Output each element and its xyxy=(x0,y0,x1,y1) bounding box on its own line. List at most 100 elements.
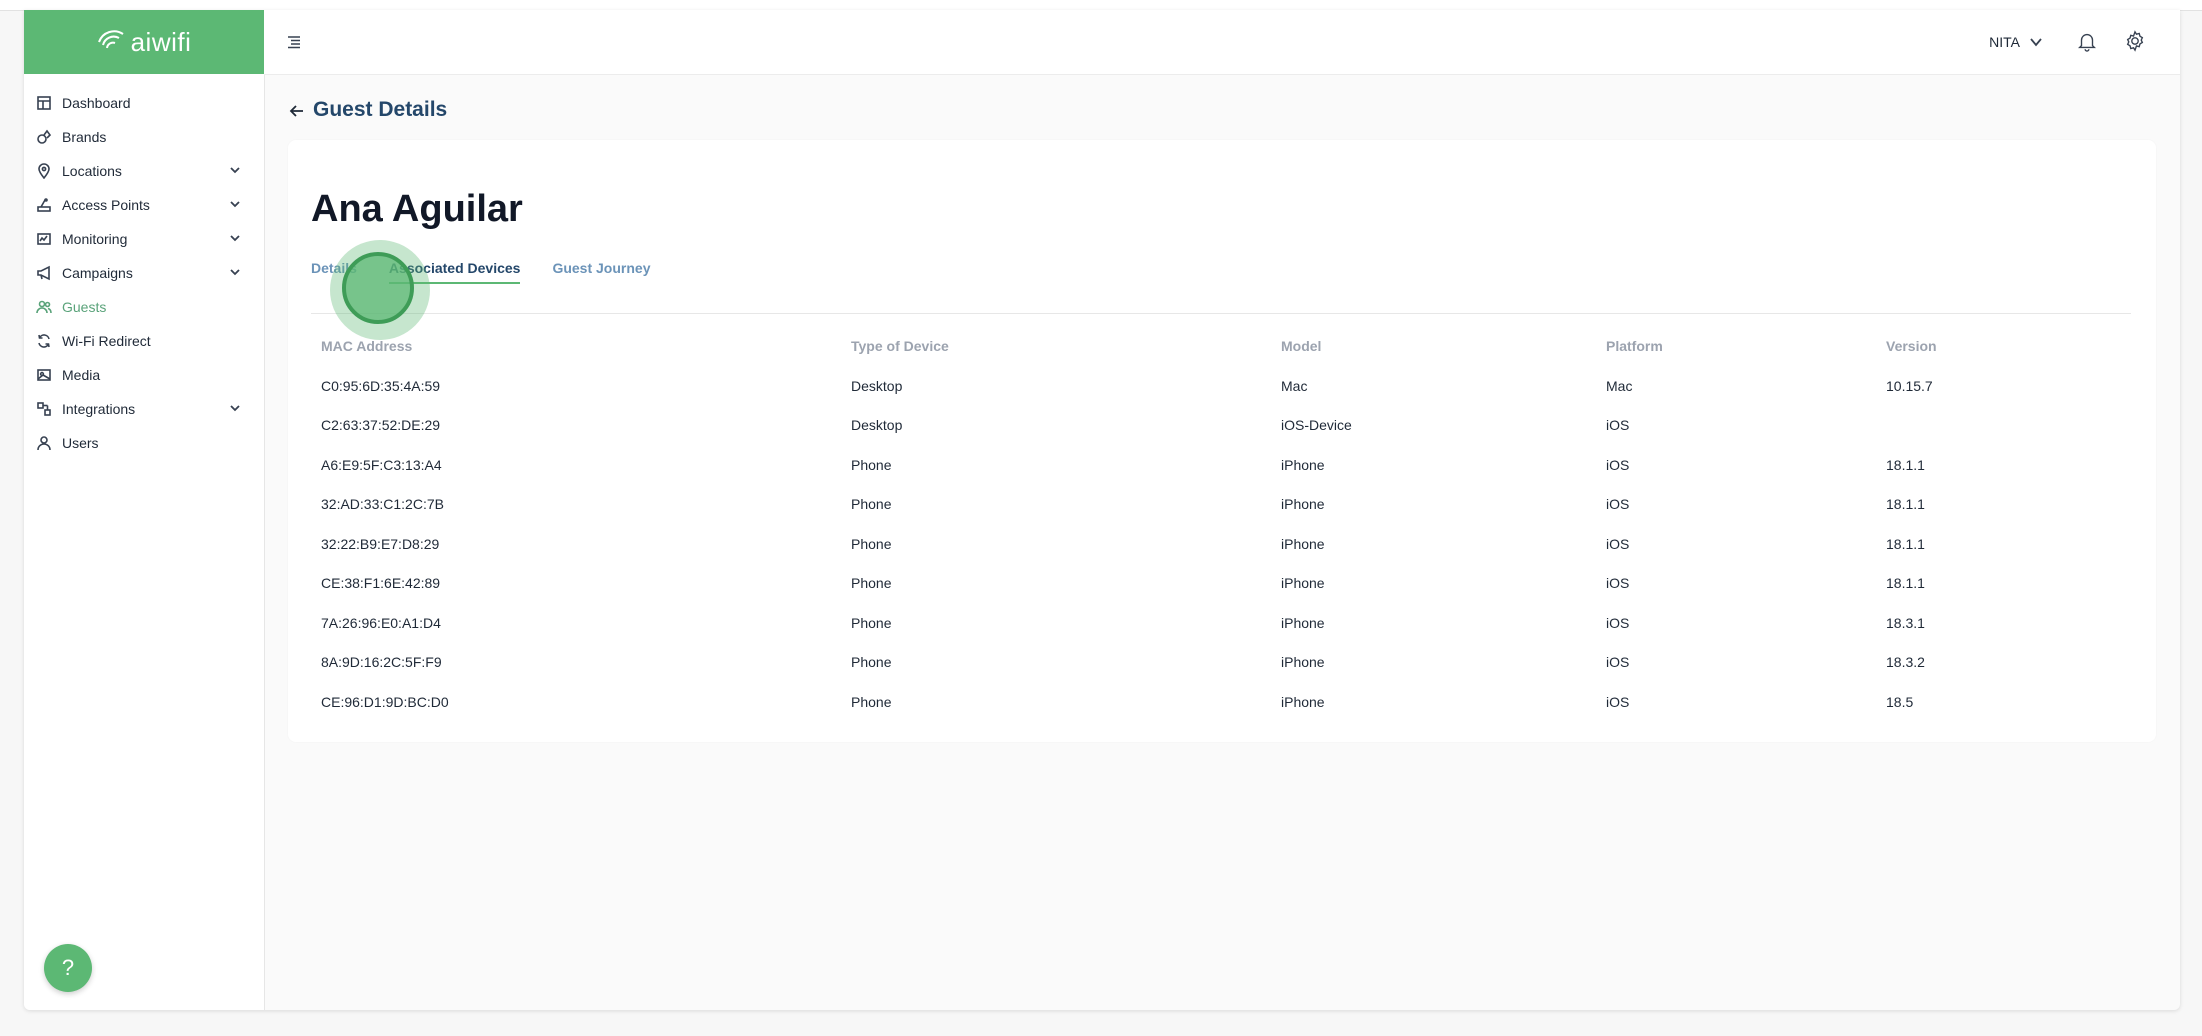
table-cell: Desktop xyxy=(851,377,903,394)
sidebar-item-label: Media xyxy=(62,367,101,383)
table-cell: Phone xyxy=(851,456,892,473)
table-cell: 32:22:B9:E7:D8:29 xyxy=(321,535,440,552)
table-cell: A6:E9:5F:C3:13:A4 xyxy=(321,456,442,473)
sidebar: aiwifi Dashboard Brands Locations Access Po… xyxy=(24,10,265,1010)
sidebar-item-label: Guests xyxy=(62,299,107,315)
table-cell: 18.1.1 xyxy=(1886,575,1925,592)
app-window: aiwifi Dashboard Brands Locations Access Po… xyxy=(24,10,2180,1010)
table-row: 7A:26:96:E0:A1:D4 Phone iPhone iOS 18.3.1 xyxy=(311,603,2131,643)
table-cell: CE:96:D1:9D:BC:D0 xyxy=(321,693,449,710)
chevron-down-icon[interactable] xyxy=(228,163,242,177)
wifi-logo-icon xyxy=(97,28,127,57)
sidebar-item-label: Users xyxy=(62,435,99,451)
table-cell: Desktop xyxy=(851,417,903,434)
table-cell: iPhone xyxy=(1281,693,1325,710)
column-header: Version xyxy=(1886,338,1937,354)
table-cell: Phone xyxy=(851,496,892,513)
table-cell: 10.15.7 xyxy=(1886,377,1933,394)
sidebar-item-brands[interactable]: Brands xyxy=(24,120,264,154)
chevron-down-icon[interactable] xyxy=(228,265,242,279)
table-cell: C2:63:37:52:DE:29 xyxy=(321,417,441,434)
sidebar-item-label: Campaigns xyxy=(62,265,133,281)
router-icon xyxy=(36,197,52,213)
sidebar-item-label: Wi-Fi Redirect xyxy=(62,333,151,349)
help-button[interactable]: ? xyxy=(44,944,92,992)
sidebar-item-wi-fi-redirect[interactable]: Wi-Fi Redirect xyxy=(24,324,264,358)
table-cell: 7A:26:96:E0:A1:D4 xyxy=(321,614,441,631)
table-row: 32:AD:33:C1:2C:7B Phone iPhone iOS 18.1.1 xyxy=(311,485,2131,525)
table-row: CE:96:D1:9D:BC:D0 Phone iPhone iOS 18.5 xyxy=(311,682,2131,722)
brands-icon xyxy=(36,129,52,145)
table-cell: iOS xyxy=(1606,575,1630,592)
bell-icon[interactable] xyxy=(2076,30,2098,52)
table-cell: 18.5 xyxy=(1886,693,1914,710)
sidebar-item-label: Integrations xyxy=(62,401,136,417)
table-cell: iOS xyxy=(1606,456,1630,473)
table-cell: Phone xyxy=(851,654,892,671)
table-cell: iOS xyxy=(1606,496,1630,513)
table-cell: iPhone xyxy=(1281,614,1325,631)
refresh-icon xyxy=(36,333,52,349)
guest-name: Ana Aguilar xyxy=(311,188,523,230)
sidebar-item-users[interactable]: Users xyxy=(24,426,264,460)
devices-table: MAC Address Type of Device Model Platform Ve… xyxy=(311,326,2131,722)
sidebar-item-access-points[interactable]: Access Points xyxy=(24,188,264,222)
chevron-down-icon[interactable] xyxy=(2028,34,2044,50)
sidebar-item-dashboard[interactable]: Dashboard xyxy=(24,86,264,120)
table-cell: Phone xyxy=(851,693,892,710)
table-cell: iPhone xyxy=(1281,575,1325,592)
user-menu-name[interactable]: NITA xyxy=(1989,34,2020,50)
table-cell: 18.1.1 xyxy=(1886,535,1925,552)
column-header: Type of Device xyxy=(851,338,949,354)
table-row: C0:95:6D:35:4A:59 Desktop Mac Mac 10.15.7 xyxy=(311,366,2131,406)
chevron-down-icon[interactable] xyxy=(228,231,242,245)
table-cell: 18.1.1 xyxy=(1886,496,1925,513)
table-cell: iPhone xyxy=(1281,535,1325,552)
table-cell: Mac xyxy=(1281,377,1308,394)
sidebar-item-label: Monitoring xyxy=(62,231,128,247)
tab-guest-journey[interactable]: Guest Journey xyxy=(552,260,650,284)
column-header: Platform xyxy=(1606,338,1663,354)
table-cell: CE:38:F1:6E:42:89 xyxy=(321,575,441,592)
gear-icon[interactable] xyxy=(2124,30,2146,52)
table-row: C2:63:37:52:DE:29 Desktop iOS-Device iOS xyxy=(311,406,2131,446)
sidebar-item-campaigns[interactable]: Campaigns xyxy=(24,256,264,290)
menu-toggle-icon[interactable] xyxy=(286,34,302,50)
table-cell: Phone xyxy=(851,535,892,552)
sidebar-item-label: Access Points xyxy=(62,197,150,213)
guest-card: Ana Aguilar Details Associated Devices Gue… xyxy=(288,140,2156,742)
sidebar-item-integrations[interactable]: Integrations xyxy=(24,392,264,426)
chevron-down-icon[interactable] xyxy=(228,401,242,415)
logo[interactable]: aiwifi xyxy=(24,10,264,74)
chevron-down-icon[interactable] xyxy=(228,197,242,211)
table-cell: iPhone xyxy=(1281,654,1325,671)
table-cell: iOS xyxy=(1606,535,1630,552)
table-row: A6:E9:5F:C3:13:A4 Phone iPhone iOS 18.1.1 xyxy=(311,445,2131,485)
sidebar-item-guests[interactable]: Guests xyxy=(24,290,264,324)
logo-text: aiwifi xyxy=(130,26,192,57)
table-cell: Phone xyxy=(851,614,892,631)
table-row: CE:38:F1:6E:42:89 Phone iPhone iOS 18.1.1 xyxy=(311,564,2131,604)
table-cell: C0:95:6D:35:4A:59 xyxy=(321,377,441,394)
monitoring-icon xyxy=(36,231,52,247)
column-header: Model xyxy=(1281,338,1322,354)
location-pin-icon xyxy=(36,163,52,179)
top-header: NITA xyxy=(264,10,2180,75)
sidebar-item-locations[interactable]: Locations xyxy=(24,154,264,188)
sidebar-item-monitoring[interactable]: Monitoring xyxy=(24,222,264,256)
table-cell: iOS xyxy=(1606,417,1630,434)
table-cell: iPhone xyxy=(1281,456,1325,473)
table-cell: iPhone xyxy=(1281,496,1325,513)
dashboard-icon xyxy=(36,95,52,111)
click-indicator xyxy=(330,240,430,340)
sidebar-nav: Dashboard Brands Locations Access Points Mon… xyxy=(24,74,264,460)
image-icon xyxy=(36,367,52,383)
megaphone-icon xyxy=(36,265,52,281)
sidebar-item-label: Brands xyxy=(62,129,107,145)
table-cell: 18.3.2 xyxy=(1886,654,1925,671)
table-cell: iOS xyxy=(1606,614,1630,631)
sidebar-item-media[interactable]: Media xyxy=(24,358,264,392)
back-arrow-icon[interactable] xyxy=(288,102,306,120)
users-icon xyxy=(36,299,52,315)
table-cell: 18.3.1 xyxy=(1886,614,1925,631)
